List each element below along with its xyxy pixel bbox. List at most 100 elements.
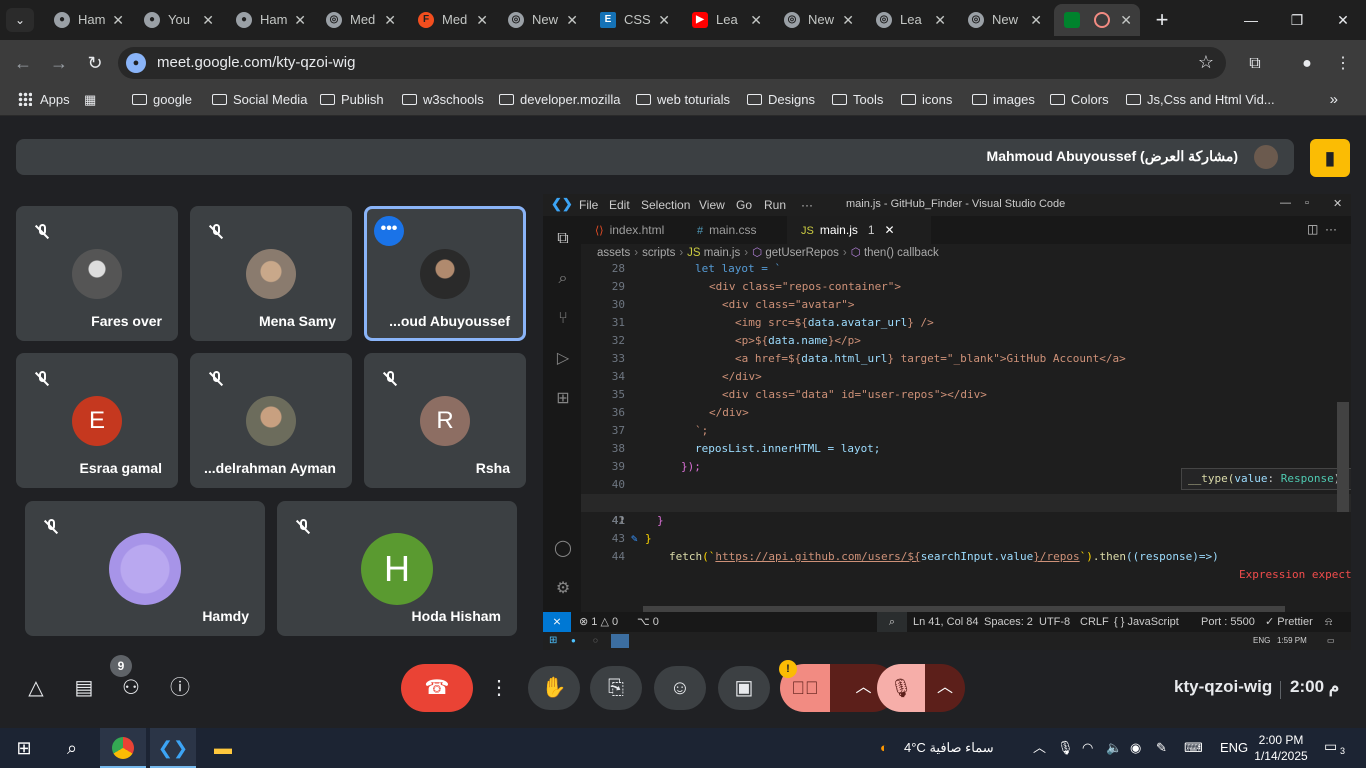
url-text[interactable]: meet.google.com/kty-qzoi-wig xyxy=(157,54,355,71)
camera-icon[interactable]: ◉ xyxy=(1130,728,1141,768)
close-icon[interactable]: ✕ xyxy=(294,4,306,36)
participant-tile[interactable]: ...delrahman Ayman xyxy=(190,353,352,488)
chat-icon[interactable]: ▤ xyxy=(69,673,99,703)
close-icon[interactable]: ✕ xyxy=(934,4,946,36)
breadcrumb-item[interactable]: main.js xyxy=(704,247,740,259)
browser-tab[interactable]: ● You ✕ xyxy=(134,4,222,36)
close-icon[interactable]: ✕ xyxy=(1120,4,1132,36)
browser-tab[interactable]: ● Ham ✕ xyxy=(226,4,314,36)
bookmark-folder[interactable]: images xyxy=(972,92,1035,110)
split-editor-icon[interactable]: ◫ ··· xyxy=(1307,222,1337,236)
weather-icon[interactable]: ◐ xyxy=(880,728,888,768)
close-icon[interactable]: ✕ xyxy=(1030,4,1042,36)
prettier-status[interactable]: ✓ Prettier xyxy=(1265,612,1313,632)
raise-hand-button[interactable]: ✋ xyxy=(528,666,580,710)
forward-button[interactable]: → xyxy=(46,50,72,76)
menu-view[interactable]: View xyxy=(699,198,725,212)
activities-icon[interactable]: △ xyxy=(21,673,51,703)
participant-tile[interactable]: Fares over xyxy=(16,206,178,341)
bookmarks-overflow-icon[interactable]: » xyxy=(1330,91,1338,108)
breadcrumb-item[interactable]: scripts xyxy=(642,247,675,259)
bell-icon[interactable]: ⍾ xyxy=(1325,612,1332,632)
tab-index-html[interactable]: ⟨⟩ index.html xyxy=(581,216,681,244)
breadcrumb-item[interactable]: assets xyxy=(597,247,630,259)
bookmark-apps[interactable]: Apps xyxy=(18,92,70,110)
bookmark-folder[interactable]: google xyxy=(132,92,192,110)
tab-main-css[interactable]: # main.css xyxy=(683,216,783,244)
participant-tile[interactable]: Hamdy xyxy=(25,501,265,636)
bookmark-folder[interactable]: w3schools xyxy=(402,92,484,110)
bookmark-folder[interactable]: Tools xyxy=(832,92,883,110)
bookmark-folder[interactable]: Js,Css and Html Vid... xyxy=(1126,92,1275,110)
new-tab-button[interactable]: + xyxy=(1150,6,1174,34)
vertical-scrollbar[interactable] xyxy=(1337,402,1349,512)
search-icon[interactable]: ⌕ xyxy=(552,268,574,290)
tab-search-button[interactable]: ⌄ xyxy=(6,8,34,32)
close-icon[interactable]: ✕ xyxy=(842,4,854,36)
account-icon[interactable]: ◯ xyxy=(552,538,574,560)
close-icon[interactable]: ✕ xyxy=(384,4,396,36)
bookmark-star-icon[interactable]: ☆ xyxy=(1198,52,1214,73)
run-debug-icon[interactable]: ▷ xyxy=(552,348,574,370)
restore-button[interactable]: ▫ xyxy=(1305,197,1309,209)
present-button[interactable]: ⎘ xyxy=(590,666,642,710)
breadcrumb-item[interactable]: getUserRepos xyxy=(765,247,839,259)
remote-icon[interactable]: ⨯ xyxy=(543,612,571,632)
reactions-button[interactable]: ☺ xyxy=(654,666,706,710)
browser-tab-active[interactable]: ✕ xyxy=(1054,4,1140,36)
close-icon[interactable]: ✕ xyxy=(112,4,124,36)
profile-icon[interactable]: ● xyxy=(1296,53,1318,75)
wifi-icon[interactable]: ◠ xyxy=(1082,728,1093,768)
zoom-icon[interactable]: ⌕ xyxy=(877,612,907,632)
participant-tile[interactable]: E Esraa gamal xyxy=(16,353,178,488)
close-icon[interactable]: ✕ xyxy=(658,4,670,36)
menu-file[interactable]: File xyxy=(579,198,598,212)
mic-options-button[interactable]: ︿ xyxy=(925,664,965,712)
browser-tab[interactable]: ◎ Lea ✕ xyxy=(866,4,954,36)
menu-run[interactable]: Run xyxy=(764,198,786,212)
address-bar[interactable]: ● meet.google.com/kty-qzoi-wig ☆ xyxy=(118,47,1226,79)
browser-tab[interactable]: ● Ham ✕ xyxy=(44,4,132,36)
minimize-button[interactable]: — xyxy=(1280,197,1291,209)
leave-call-button[interactable]: ☎ xyxy=(401,664,473,712)
extensions-icon[interactable]: ⊞ xyxy=(552,388,574,410)
microphone-icon[interactable]: ● xyxy=(126,53,146,73)
explorer-icon[interactable]: ⧉ xyxy=(552,228,574,250)
participant-tile[interactable]: Mena Samy xyxy=(190,206,352,341)
browser-tab[interactable]: E CSS ✕ xyxy=(590,4,678,36)
bookmark-folder[interactable]: web toturials xyxy=(636,92,730,110)
source-control-icon[interactable]: ⑂ xyxy=(552,308,574,330)
extensions-icon[interactable]: ⧉ xyxy=(1244,53,1266,75)
participant-tile[interactable]: R Rsha xyxy=(364,353,526,488)
notification-center-icon[interactable]: ▭ xyxy=(1324,738,1337,755)
close-icon[interactable]: ✕ xyxy=(566,4,578,36)
more-options-icon[interactable]: ••• xyxy=(374,216,404,246)
ports-status[interactable]: ⌥ 0 xyxy=(637,612,659,632)
pen-icon[interactable]: ✎ xyxy=(1156,728,1167,768)
tab-main-js[interactable]: JS main.js 1 ✕ xyxy=(787,216,931,244)
people-icon[interactable]: ⚇ xyxy=(116,673,146,703)
menu-more[interactable]: ··· xyxy=(801,198,813,212)
volume-icon[interactable]: 🔈 xyxy=(1106,728,1122,768)
participant-tile[interactable]: H Hoda Hisham xyxy=(277,501,517,636)
cursor-position[interactable]: Ln 41, Col 84 xyxy=(913,612,978,632)
mic-off-button[interactable]: 🎙 xyxy=(877,664,925,712)
reload-button[interactable]: ↻ xyxy=(82,50,108,76)
captions-button[interactable]: ▣ xyxy=(718,666,770,710)
weather-text[interactable]: 4°C سماء صافية xyxy=(904,728,994,768)
browser-tab[interactable]: ◎ New ✕ xyxy=(958,4,1050,36)
bookmark-folder[interactable]: icons xyxy=(901,92,952,110)
minimize-button[interactable]: — xyxy=(1228,6,1274,34)
indentation[interactable]: Spaces: 2 xyxy=(984,612,1033,632)
menu-edit[interactable]: Edit xyxy=(609,198,630,212)
taskbar-vscode[interactable]: ❮❯ xyxy=(150,728,196,768)
browser-tab[interactable]: ◎ New ✕ xyxy=(498,4,586,36)
menu-kebab-icon[interactable]: ⋮ xyxy=(1332,53,1354,75)
microphone-icon[interactable]: 🎙 xyxy=(1057,728,1074,768)
browser-tab[interactable]: ◎ New ✕ xyxy=(774,4,862,36)
input-language[interactable]: ENG xyxy=(1220,728,1248,768)
bookmark-folder[interactable]: Colors xyxy=(1050,92,1109,110)
chevron-up-icon[interactable]: ︿ xyxy=(1033,728,1046,768)
close-icon[interactable]: ✕ xyxy=(885,223,895,237)
bookmark-folder[interactable]: developer.mozilla xyxy=(499,92,620,110)
